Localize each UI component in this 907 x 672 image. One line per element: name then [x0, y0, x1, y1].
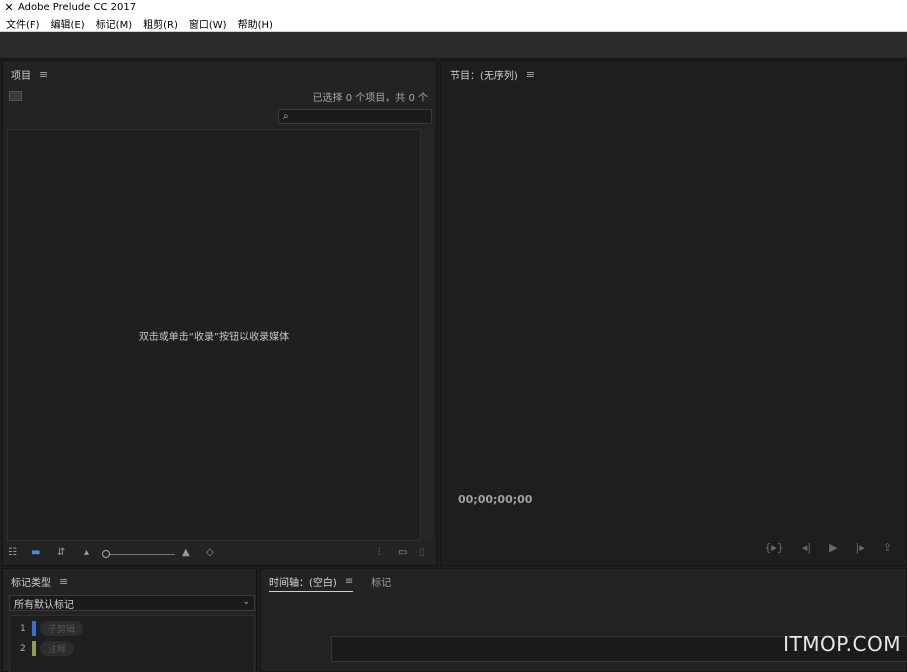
timeline-panel: 时间轴：(空白) ≡ 标记: [260, 568, 907, 672]
zoom-slider-track[interactable]: [107, 554, 175, 555]
site-watermark: ITMOP.COM: [783, 632, 901, 656]
program-monitor-panel: 节目：(无序列) ≡ 00;00;00;00 {▸} ◂| ▶ |▸ ⇪: [440, 60, 907, 566]
window-title: Adobe Prelude CC 2017: [18, 2, 137, 13]
tab-timeline[interactable]: 时间轴：(空白) ≡: [269, 574, 354, 592]
marker-color-swatch: [32, 641, 36, 656]
menu-bar: 文件(F) 编辑(E) 标记(M) 粗剪(R) 窗口(W) 帮助(H): [0, 15, 907, 32]
prelude-logo-icon: ✕: [4, 1, 14, 14]
menu-rough-cut[interactable]: 粗剪(R): [137, 16, 183, 31]
panel-menu-icon[interactable]: ≡: [526, 68, 535, 81]
marker-set-dropdown[interactable]: 所有默认标记 ⌄: [9, 595, 255, 611]
marker-label: 子剪辑: [40, 621, 84, 636]
marker-number: 1: [20, 623, 26, 634]
panel-menu-icon[interactable]: ≡: [39, 68, 48, 81]
menu-window[interactable]: 窗口(W): [183, 16, 232, 31]
panel-menu-icon[interactable]: ≡: [345, 576, 353, 587]
timecode-display[interactable]: 00;00;00;00: [458, 493, 532, 506]
marker-color-swatch: [32, 621, 36, 636]
ingest-icon[interactable]: ⫶: [378, 547, 381, 558]
project-bottom-bar: ☷ ▬ ⇵ ▴ ▲ ◇ ⫶ ▭ ▯: [3, 544, 436, 564]
zoom-slider-knob[interactable]: [102, 550, 110, 558]
marker-label: 注释: [40, 641, 75, 656]
marker-list: 1 子剪辑 2 注释: [9, 615, 255, 672]
zoom-in-icon[interactable]: ▲: [182, 547, 190, 558]
menu-edit[interactable]: 编辑(E): [45, 16, 90, 31]
search-icon: ⌕: [283, 111, 289, 122]
marker-type-panel: 标记类型 ≡ 所有默认标记 ⌄ 1 子剪辑 2 注释: [2, 568, 257, 672]
marker-row-comment[interactable]: 2 注释: [20, 641, 75, 656]
chevron-down-icon: ⌄: [242, 597, 250, 607]
project-panel: 项目 ≡ 已选择 0 个项目，共 0 个 ⌕ 双击或单击“收录”按钮以收录媒体 …: [2, 60, 437, 566]
marker-panel-title: 标记类型: [11, 578, 51, 589]
menu-marker[interactable]: 标记(M): [90, 16, 137, 31]
program-panel-header: 节目：(无序列) ≡: [450, 67, 535, 82]
marker-set-value: 所有默认标记: [14, 599, 74, 611]
tab-markers[interactable]: 标记: [371, 574, 391, 592]
export-frame-icon[interactable]: ⇪: [883, 541, 892, 554]
project-panel-header: 项目 ≡: [11, 67, 48, 82]
step-forward-icon[interactable]: |▸: [856, 541, 865, 554]
sort-icon[interactable]: ⇵: [57, 547, 65, 558]
play-icon[interactable]: ▶: [829, 541, 837, 554]
new-bin-icon[interactable]: ▭: [398, 547, 407, 558]
selection-count: 已选择 0 个项目，共 0 个: [312, 93, 428, 104]
menu-help[interactable]: 帮助(H): [232, 16, 278, 31]
workspace-toolbar: [0, 32, 907, 59]
menu-file[interactable]: 文件(F): [0, 16, 45, 31]
expand-icon[interactable]: ◇: [206, 547, 214, 558]
vertical-scrollbar[interactable]: [424, 129, 434, 541]
transport-controls: {▸} ◂| ▶ |▸ ⇪: [764, 541, 892, 554]
empty-message: 双击或单击“收录”按钮以收录媒体: [138, 331, 290, 343]
marker-panel-header: 标记类型 ≡: [11, 574, 68, 589]
trash-icon[interactable]: ▯: [419, 547, 425, 558]
timeline-tabs: 时间轴：(空白) ≡ 标记: [269, 574, 391, 592]
marker-row-subclip[interactable]: 1 子剪辑: [20, 621, 84, 636]
program-panel-title: 节目：(无序列): [450, 71, 518, 82]
title-bar: ✕ Adobe Prelude CC 2017: [0, 0, 907, 15]
search-field[interactable]: ⌕: [278, 109, 432, 124]
zoom-out-icon[interactable]: ▴: [84, 547, 89, 558]
list-view-icon[interactable]: ☷: [8, 547, 17, 558]
project-panel-title: 项目: [11, 71, 31, 82]
step-back-icon[interactable]: ◂|: [802, 541, 811, 554]
icon-view-icon[interactable]: ▬: [31, 547, 40, 558]
media-drop-area[interactable]: 双击或单击“收录”按钮以收录媒体: [7, 129, 421, 541]
panel-menu-icon[interactable]: ≡: [59, 575, 68, 588]
app-window: ✕ Adobe Prelude CC 2017 文件(F) 编辑(E) 标记(M…: [0, 0, 907, 672]
folder-up-icon[interactable]: [9, 91, 22, 101]
mark-in-out-icon[interactable]: {▸}: [764, 541, 784, 554]
marker-number: 2: [20, 643, 26, 654]
tab-timeline-label: 时间轴：(空白): [269, 578, 337, 589]
